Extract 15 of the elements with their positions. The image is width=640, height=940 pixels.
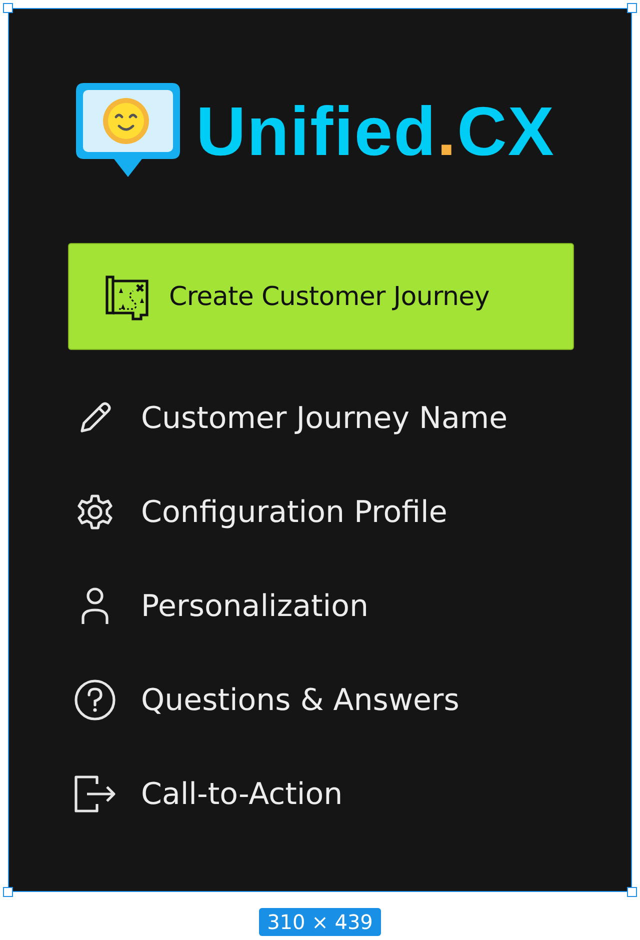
size-badge: 310 × 439	[259, 908, 381, 936]
create-journey-button[interactable]: Create Customer Journey	[68, 243, 574, 350]
menu-item[interactable]: Personalization	[73, 584, 573, 628]
menu-item[interactable]: Call-to-Action	[73, 772, 573, 816]
logo-text: Unified.CX	[196, 92, 555, 170]
resize-handle[interactable]	[3, 887, 13, 897]
resize-handle[interactable]	[627, 3, 637, 13]
help-icon	[73, 678, 117, 722]
menu-item[interactable]: Customer Journey Name	[73, 396, 573, 440]
resize-handle[interactable]	[627, 887, 637, 897]
menu-item[interactable]: Questions & Answers	[73, 678, 573, 722]
menu-item[interactable]: Configuration Profile	[73, 490, 573, 534]
resize-handle[interactable]	[3, 3, 13, 13]
map-icon	[103, 272, 151, 320]
exit-icon	[73, 774, 117, 814]
